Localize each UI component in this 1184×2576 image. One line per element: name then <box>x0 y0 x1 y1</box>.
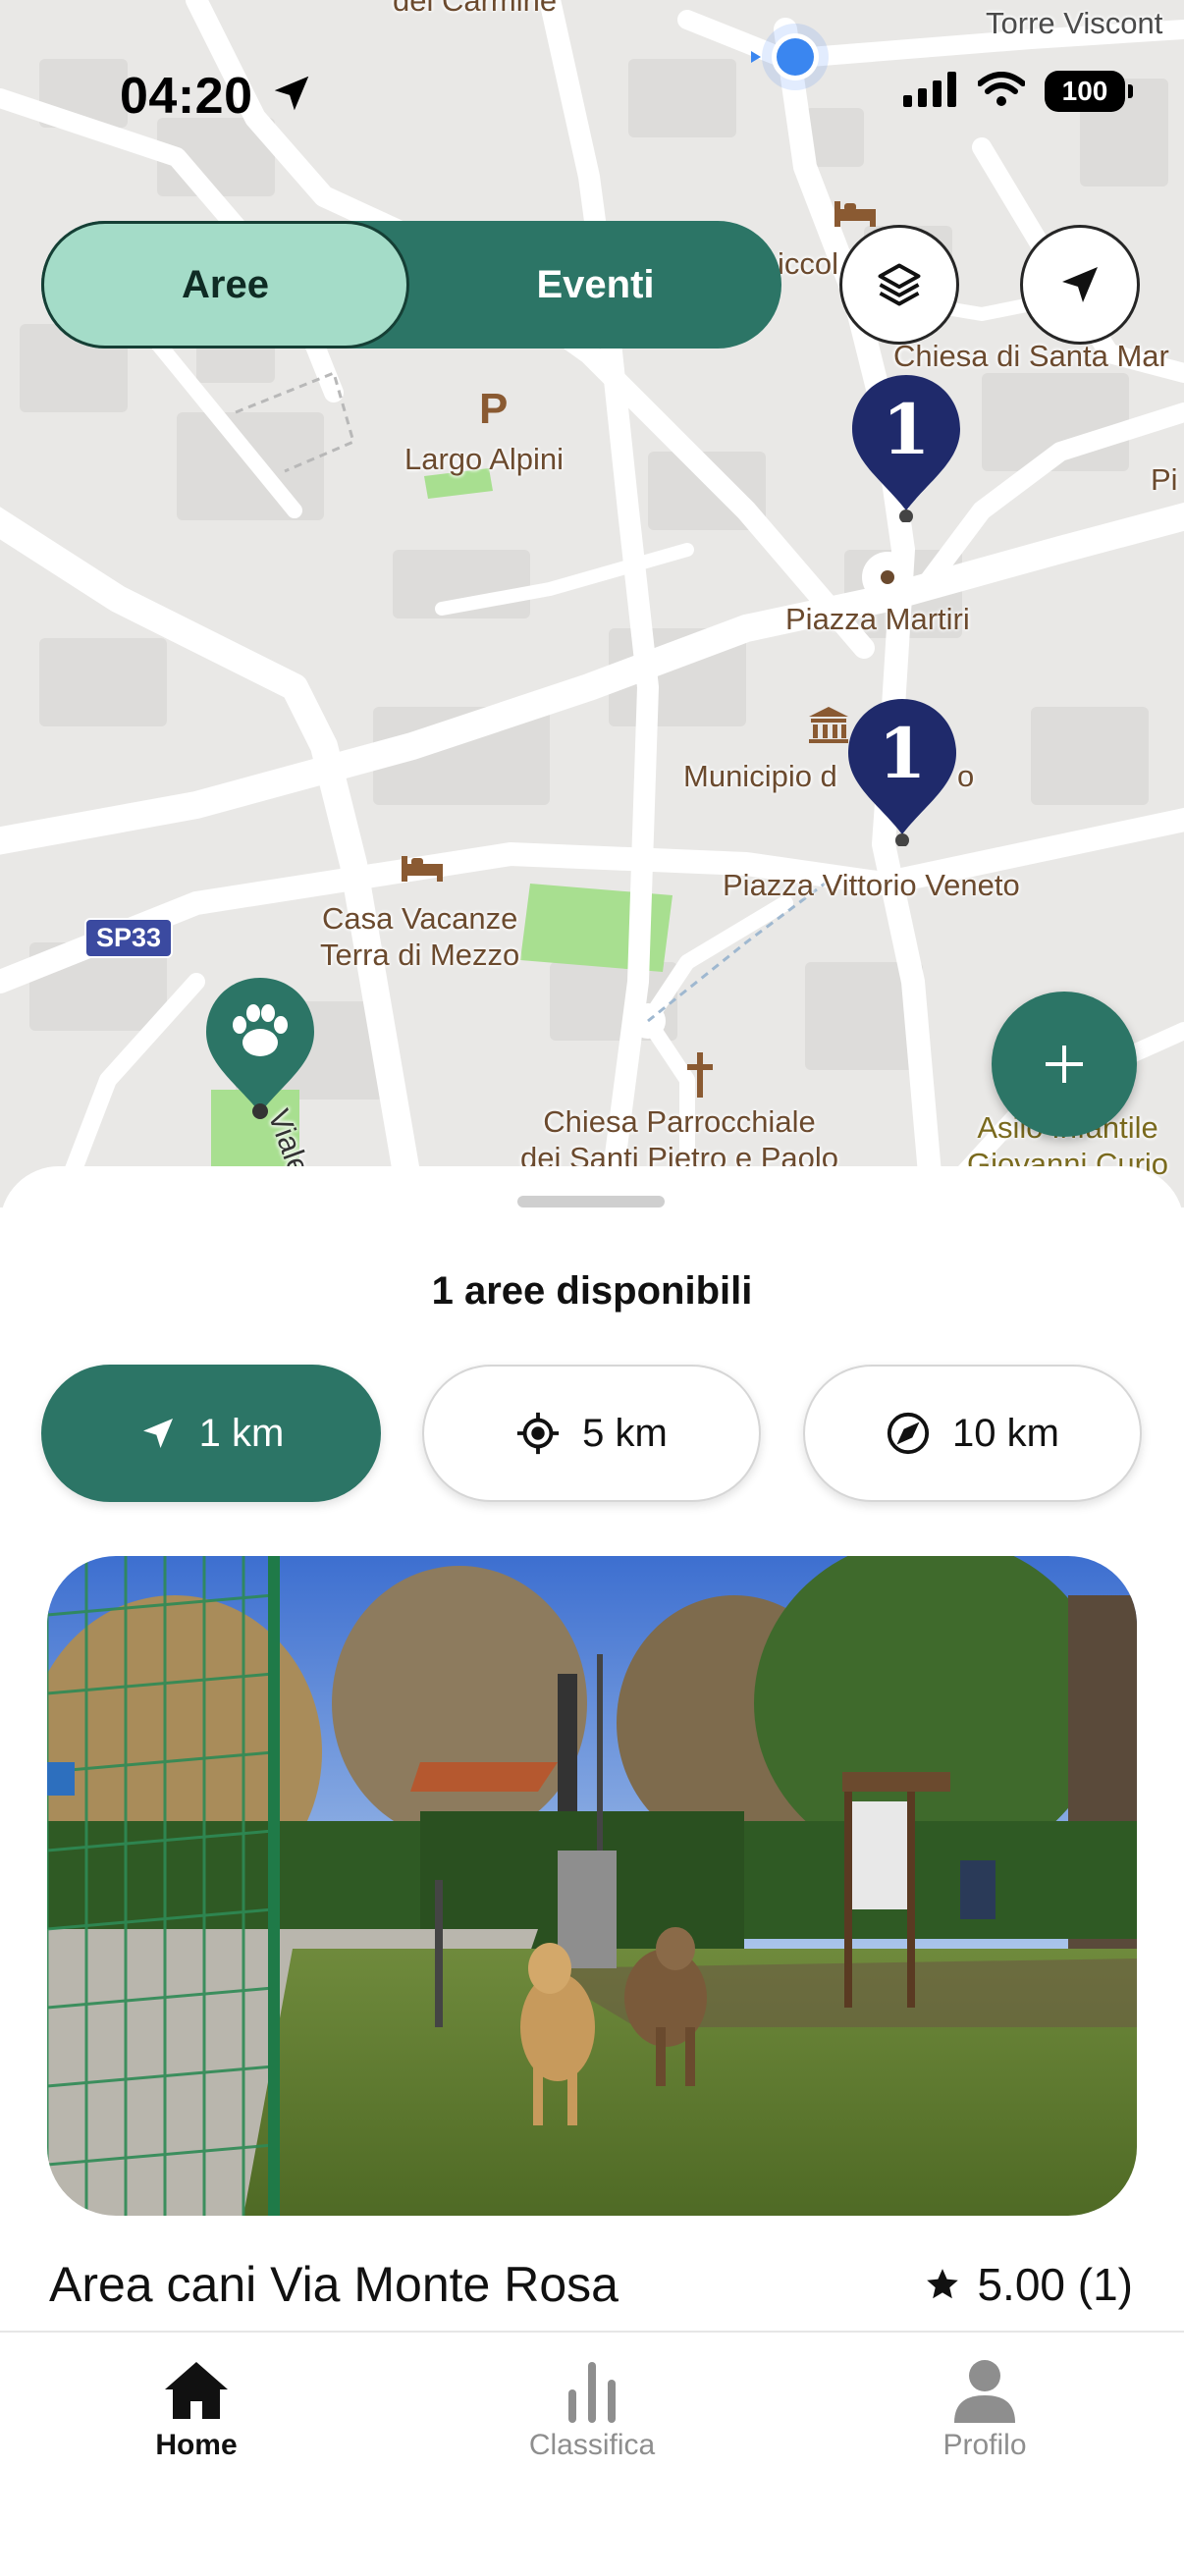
map-label: Piazza Vittorio Veneto <box>723 868 1020 902</box>
plus-icon <box>1046 1046 1083 1083</box>
map-layers-button[interactable] <box>839 225 959 345</box>
map-label: Largo Alpini <box>404 442 565 476</box>
areas-events-toggle[interactable]: Aree Eventi <box>41 221 781 349</box>
tab-label: Profilo <box>942 2429 1027 2461</box>
location-arrow-icon <box>269 71 314 121</box>
status-time: 04:20 <box>120 68 253 125</box>
filter-chip-label: 5 km <box>582 1411 668 1455</box>
status-icons: 100 <box>903 71 1133 112</box>
map-label: Casa Vacanze Terra di Mezzo <box>320 901 520 973</box>
map-label: Municipio d <box>683 759 837 793</box>
map-label: Pi <box>1151 462 1178 497</box>
map-label: Piazza Martiri <box>785 602 970 636</box>
tab-ranking[interactable]: Classifica <box>484 2358 700 2462</box>
rating-value: 5.00 (1) <box>977 2259 1133 2310</box>
tab-home[interactable]: Home <box>88 2358 304 2462</box>
layers-icon <box>878 263 921 306</box>
crosshair-icon <box>517 1412 560 1455</box>
town-hall-icon <box>807 705 850 749</box>
location-arrow-icon <box>142 1419 173 1448</box>
tab-events[interactable]: Eventi <box>409 221 781 349</box>
church-icon <box>685 1052 715 1102</box>
cluster-count: 1 <box>882 389 931 470</box>
tab-areas[interactable]: Aree <box>41 221 409 349</box>
home-icon <box>165 2362 228 2419</box>
sheet-title: 1 aree disponibili <box>431 1269 753 1313</box>
compass-icon <box>887 1412 930 1455</box>
tab-bar: Home Classifica Profilo <box>0 2331 1184 2576</box>
map-cluster-pin[interactable]: 1 <box>846 697 958 851</box>
area-photo[interactable] <box>47 1556 1137 2216</box>
map-label: Chiesa di Santa Mar <box>893 339 1169 373</box>
cluster-count: 1 <box>878 713 927 794</box>
navigation-arrow-icon <box>1062 267 1098 302</box>
sheet-grabber[interactable] <box>517 1196 665 1208</box>
add-area-button[interactable] <box>992 992 1137 1137</box>
recenter-location-button[interactable] <box>1020 225 1140 345</box>
hotel-icon <box>400 854 445 888</box>
map-cluster-pin[interactable]: 1 <box>850 373 962 527</box>
tab-label: Home <box>155 2429 238 2461</box>
area-rating: 5.00 (1) <box>924 2258 1133 2311</box>
hotel-icon <box>833 199 878 234</box>
person-icon <box>954 2360 1015 2423</box>
status-bar: 04:20 100 <box>0 0 1184 187</box>
bar-chart-icon <box>568 2362 616 2423</box>
wifi-icon <box>977 71 1026 112</box>
filter-chip-10km[interactable]: 10 km <box>803 1365 1142 1502</box>
dog-area-pin[interactable] <box>204 976 316 1130</box>
map-label: o <box>957 759 975 793</box>
map-label: iccol <box>778 246 839 281</box>
signal-icon <box>903 71 958 112</box>
dog-park-photo <box>47 1556 1137 2216</box>
tab-label: Classifica <box>528 2429 656 2461</box>
filter-chip-label: 1 km <box>198 1411 285 1455</box>
area-name[interactable]: Area cani Via Monte Rosa <box>49 2256 619 2313</box>
tab-profile[interactable]: Profilo <box>877 2358 1093 2462</box>
filter-chip-1km[interactable]: 1 km <box>41 1365 381 1502</box>
battery-indicator: 100 <box>1045 71 1133 112</box>
road-shield: SP33 <box>84 918 174 958</box>
parking-icon: P <box>479 385 509 433</box>
filter-chip-5km[interactable]: 5 km <box>422 1365 761 1502</box>
star-icon <box>927 2269 959 2299</box>
filter-chip-label: 10 km <box>952 1411 1059 1455</box>
